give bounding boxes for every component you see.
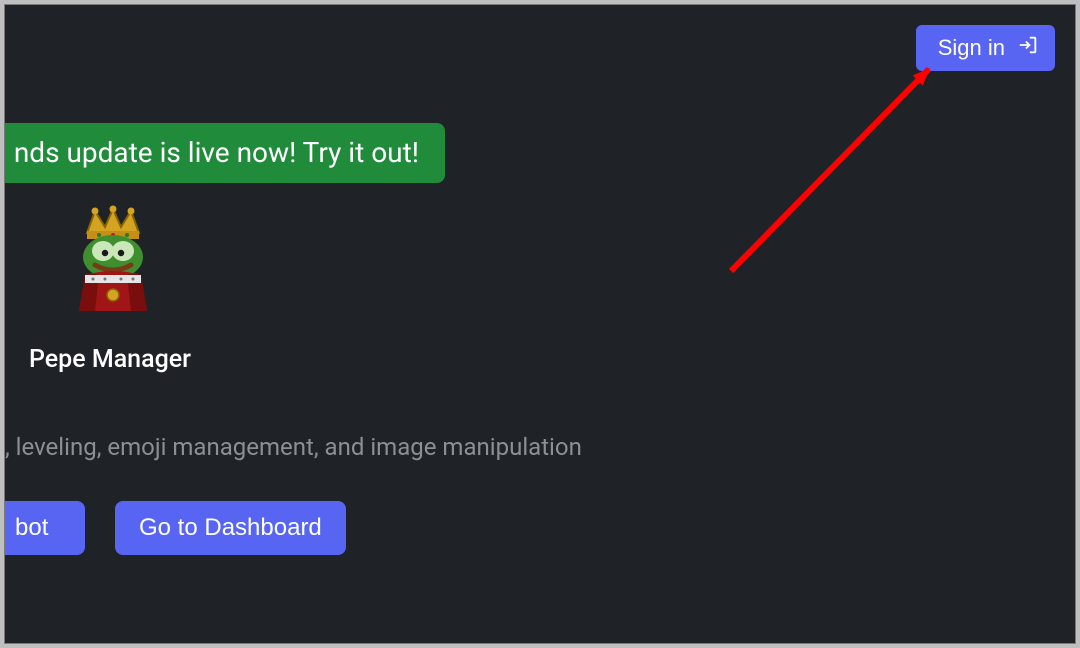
action-button-row: bot Go to Dashboard [5, 501, 346, 555]
invite-bot-button[interactable]: bot [5, 501, 85, 555]
app-frame: Sign in nds update is live now! Try it o… [4, 4, 1076, 644]
go-to-dashboard-button[interactable]: Go to Dashboard [115, 501, 346, 555]
app-title: Pepe Manager [29, 345, 191, 374]
app-logo [65, 203, 161, 313]
sign-in-icon [1017, 34, 1039, 62]
app-subtitle: , leveling, emoji management, and image … [5, 433, 645, 461]
sign-in-button[interactable]: Sign in [916, 25, 1055, 71]
sign-in-label: Sign in [938, 35, 1005, 61]
annotation-arrow [721, 61, 951, 281]
announcement-banner[interactable]: nds update is live now! Try it out! [5, 123, 445, 183]
